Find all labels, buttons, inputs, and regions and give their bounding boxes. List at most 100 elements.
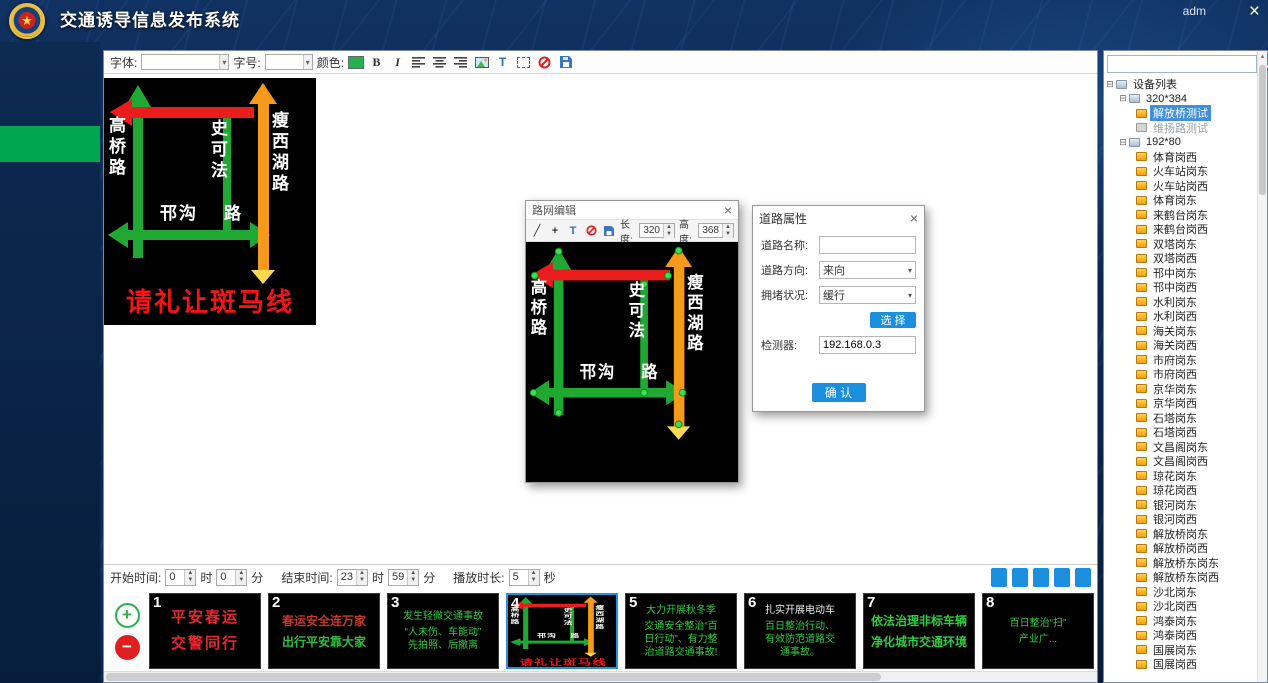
tree-row[interactable]: ⊟ 市府岗西 xyxy=(1105,367,1256,382)
sidebar-menu-item[interactable] xyxy=(0,54,100,90)
forbid-icon[interactable] xyxy=(536,54,553,71)
tree-expander-icon[interactable]: ⊟ xyxy=(1105,80,1115,89)
program-thumbnail-selected[interactable]: 4 高桥路 史可法 瘦西湖路 邗沟 路 请礼让斑马线 xyxy=(506,593,618,669)
sidebar-menu-item[interactable] xyxy=(0,306,100,342)
tree-row[interactable]: ⊟ 体育岗西 xyxy=(1105,150,1256,165)
tree-row[interactable]: ⊟ 水利岗东 xyxy=(1105,295,1256,310)
tree-row[interactable]: ⊟ 水利岗西 xyxy=(1105,309,1256,324)
tree-row[interactable]: ⊟ 海关岗东 xyxy=(1105,324,1256,339)
font-size-select[interactable]: ▾ xyxy=(265,54,313,70)
tree-row[interactable]: ⊟ 沙北岗西 xyxy=(1105,599,1256,614)
start-hour-stepper[interactable]: 0▲▼ xyxy=(165,569,196,586)
tree-row[interactable]: ⊟ 邗中岗东 xyxy=(1105,266,1256,281)
select-detector-button[interactable]: 选 择 xyxy=(870,312,916,328)
confirm-button[interactable]: 确 认 xyxy=(812,383,866,402)
tree-row[interactable]: ⊟ 来鹤台岗东 xyxy=(1105,208,1256,223)
program-thumbnail[interactable]: 6 扎实开展电动车 百日整治行动、 有效防范道路交 通事故。 xyxy=(744,593,856,669)
tree-row[interactable]: ⊟ 鸿泰岗东 xyxy=(1105,614,1256,629)
spin-down-icon[interactable]: ▼ xyxy=(357,577,367,585)
tree-row[interactable]: ⊟ 邗中岗西 xyxy=(1105,280,1256,295)
action-button[interactable] xyxy=(1054,568,1070,587)
insert-image-icon[interactable] xyxy=(473,54,490,71)
spin-up-icon[interactable]: ▲ xyxy=(408,570,418,578)
logged-in-user[interactable]: adm xyxy=(1183,4,1206,18)
spin-up-icon[interactable]: ▲ xyxy=(357,570,367,578)
duration-stepper[interactable]: 5▲▼ xyxy=(509,569,540,586)
tree-row[interactable]: ⊟ 火车站岗东 xyxy=(1105,164,1256,179)
sidebar-menu-item[interactable] xyxy=(0,90,100,126)
spin-up-icon[interactable]: ▲ xyxy=(236,570,246,578)
spin-up-icon[interactable]: ▲ xyxy=(664,224,674,231)
move-tool-icon[interactable]: + xyxy=(548,223,562,238)
tree-row[interactable]: ⊟ 文昌阁岗东 xyxy=(1105,440,1256,455)
dialog-titlebar[interactable]: 道路属性 × xyxy=(753,206,924,230)
align-left-icon[interactable] xyxy=(410,54,427,71)
spin-down-icon[interactable]: ▼ xyxy=(408,577,418,585)
close-icon[interactable]: × xyxy=(910,211,918,225)
length-stepper[interactable]: 320▲▼ xyxy=(639,223,675,238)
chevron-down-icon[interactable]: ▾ xyxy=(908,291,912,300)
window-close-icon[interactable]: × xyxy=(1249,1,1260,23)
height-stepper[interactable]: 368▲▼ xyxy=(698,223,734,238)
chevron-down-icon[interactable]: ▾ xyxy=(303,55,312,69)
tree-row[interactable]: ⊟ 国展岗西 xyxy=(1105,657,1256,672)
program-thumbnail[interactable]: 1 平安春运 交警同行 xyxy=(149,593,261,669)
tree-row[interactable]: ⊟ 国展岗东 xyxy=(1105,643,1256,658)
action-button[interactable] xyxy=(991,568,1007,587)
spin-down-icon[interactable]: ▼ xyxy=(529,577,539,585)
end-hour-stepper[interactable]: 23▲▼ xyxy=(337,569,368,586)
text-tool-icon[interactable]: T xyxy=(566,223,580,238)
tree-row[interactable]: ⊟ 火车站岗西 xyxy=(1105,179,1256,194)
detector-input[interactable] xyxy=(823,339,912,351)
road-name-input[interactable] xyxy=(823,239,912,251)
start-minute-stepper[interactable]: 0▲▼ xyxy=(216,569,247,586)
tree-row[interactable]: ⊟ 解放桥东岗东 xyxy=(1105,556,1256,571)
sidebar-menu-item[interactable] xyxy=(0,270,100,306)
save-icon[interactable] xyxy=(602,223,616,238)
spin-up-icon[interactable]: ▲ xyxy=(723,224,733,231)
action-button[interactable] xyxy=(1012,568,1028,587)
scrollbar-thumb[interactable] xyxy=(1259,65,1266,195)
tree-row[interactable]: ⊟ 双塔岗西 xyxy=(1105,251,1256,266)
program-thumbnail[interactable]: 5 大力开展秋冬季 交通安全整治“百 日行动”、有力整 治道路交通事故! xyxy=(625,593,737,669)
tree-row[interactable]: ⊟ 体育岗东 xyxy=(1105,193,1256,208)
tree-row[interactable]: ⊟ 320*384 xyxy=(1105,92,1256,107)
save-icon[interactable] xyxy=(557,54,574,71)
vertical-scrollbar[interactable]: ▲ xyxy=(1257,51,1267,682)
tree-row[interactable]: ⊟ 解放桥岗西 xyxy=(1105,541,1256,556)
align-right-icon[interactable] xyxy=(452,54,469,71)
marquee-tool-icon[interactable] xyxy=(515,54,532,71)
remove-program-button[interactable]: − xyxy=(115,635,140,660)
tree-expander-icon[interactable]: ⊟ xyxy=(1118,94,1128,103)
horizontal-scrollbar[interactable] xyxy=(104,671,1097,682)
spin-down-icon[interactable]: ▼ xyxy=(236,577,246,585)
chevron-down-icon[interactable]: ▾ xyxy=(219,55,228,69)
sidebar-menu-item[interactable] xyxy=(0,234,100,270)
road-editor-canvas[interactable]: 高桥路 史可法 瘦西湖路 邗沟 路 xyxy=(526,242,738,482)
tree-row[interactable]: ⊟ 解放桥岗东 xyxy=(1105,527,1256,542)
color-swatch[interactable] xyxy=(348,56,364,69)
tree-row[interactable]: ⊟ 石塔岗西 xyxy=(1105,425,1256,440)
close-icon[interactable]: × xyxy=(724,203,732,217)
scroll-up-icon[interactable]: ▲ xyxy=(1258,51,1267,63)
sidebar-menu-item[interactable] xyxy=(0,126,100,162)
tree-row[interactable]: ⊟ 琼花岗西 xyxy=(1105,483,1256,498)
forbid-icon[interactable] xyxy=(584,223,598,238)
action-button[interactable] xyxy=(1033,568,1049,587)
tree-row[interactable]: ⊟ 192*80 xyxy=(1105,135,1256,150)
tree-row[interactable]: ⊟ 维扬路测试 xyxy=(1105,121,1256,136)
tree-row[interactable]: ⊟ 京华岗西 xyxy=(1105,396,1256,411)
tree-row[interactable]: ⊟ 来鹤台岗西 xyxy=(1105,222,1256,237)
tree-row[interactable]: ⊟ 银河岗东 xyxy=(1105,498,1256,513)
tree-row[interactable]: ⊟ 海关岗西 xyxy=(1105,338,1256,353)
end-minute-stepper[interactable]: 59▲▼ xyxy=(388,569,419,586)
tree-row[interactable]: ⊟ 石塔岗东 xyxy=(1105,411,1256,426)
tree-row[interactable]: ⊟ 银河岗西 xyxy=(1105,512,1256,527)
program-thumbnail[interactable]: 8 百日整治“扫” 产业广... xyxy=(982,593,1094,669)
spin-down-icon[interactable]: ▼ xyxy=(723,231,733,238)
spin-up-icon[interactable]: ▲ xyxy=(185,570,195,578)
tree-row[interactable]: ⊟ 沙北岗东 xyxy=(1105,585,1256,600)
scrollbar-thumb[interactable] xyxy=(106,673,881,681)
italic-button[interactable]: I xyxy=(389,54,406,71)
road-direction-select[interactable]: 来向▾ xyxy=(819,261,916,279)
